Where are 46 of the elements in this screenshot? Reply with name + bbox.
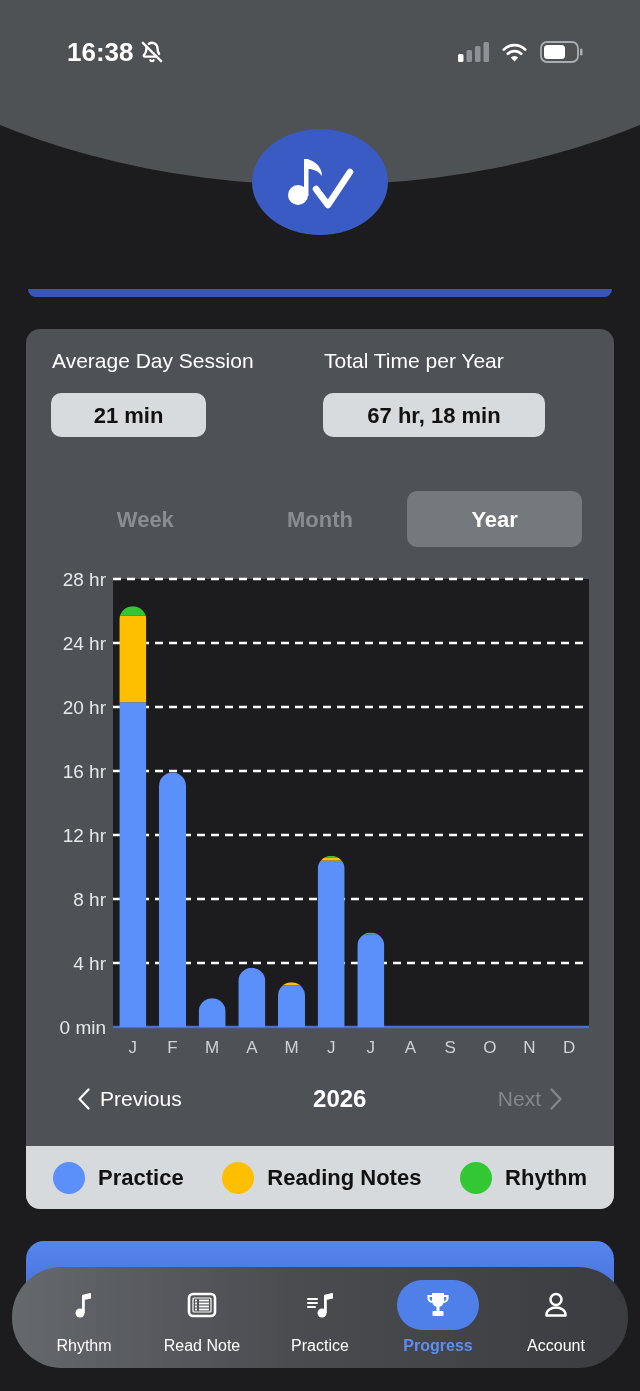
month-label: J bbox=[326, 1038, 336, 1057]
axis-label: 28 hr bbox=[62, 569, 106, 590]
month-label: N bbox=[523, 1038, 536, 1057]
period-tab[interactable]: Year bbox=[407, 491, 582, 547]
legend-label: Reading Notes bbox=[267, 1164, 422, 1192]
month-label: O bbox=[483, 1038, 497, 1057]
status-time: 16:38 bbox=[67, 37, 134, 67]
battery-icon bbox=[540, 41, 583, 63]
month-label: J bbox=[366, 1038, 376, 1057]
month-label: A bbox=[246, 1038, 258, 1057]
chevron-left-icon bbox=[78, 1088, 90, 1110]
axis-label: 4 hr bbox=[73, 953, 106, 974]
music-note-check-icon bbox=[252, 129, 388, 235]
trophy-icon bbox=[397, 1280, 479, 1330]
month-label: A bbox=[404, 1038, 417, 1057]
previous-button[interactable]: Previous bbox=[78, 1079, 182, 1119]
axis-label: 24 hr bbox=[62, 633, 106, 654]
chevron-right-icon bbox=[550, 1088, 562, 1110]
month-label: D bbox=[563, 1038, 576, 1057]
axis-label: 20 hr bbox=[62, 697, 106, 718]
month-label: M bbox=[205, 1038, 220, 1057]
signal-icon bbox=[458, 42, 489, 62]
list-document-icon bbox=[187, 1290, 217, 1320]
stat-value: 67 hr, 18 min bbox=[323, 393, 545, 437]
month-label: F bbox=[167, 1038, 178, 1057]
legend-label: Practice bbox=[98, 1164, 184, 1192]
tab-bar-item[interactable]: Read Note bbox=[143, 1280, 261, 1368]
month-label: S bbox=[444, 1038, 456, 1057]
stat-label: Total Time per Year bbox=[324, 348, 505, 374]
wifi-icon bbox=[502, 42, 527, 62]
music-list-icon bbox=[305, 1290, 335, 1320]
tab-bar-item[interactable]: Practice bbox=[261, 1280, 379, 1368]
month-label: J bbox=[128, 1038, 138, 1057]
stat-value: 21 min bbox=[51, 393, 206, 437]
month-label: M bbox=[284, 1038, 299, 1057]
tab-bar-item[interactable]: Rhythm bbox=[25, 1280, 143, 1368]
axis-label: 12 hr bbox=[62, 825, 106, 846]
bar-segment bbox=[238, 967, 266, 1027]
stat-label: Average Day Session bbox=[52, 348, 255, 374]
tab-bar-item[interactable]: Account bbox=[497, 1280, 615, 1368]
axis-label: 8 hr bbox=[73, 889, 106, 910]
axis-label: 16 hr bbox=[62, 761, 106, 782]
period-title: 2026 bbox=[313, 1084, 367, 1114]
bell-slash-icon bbox=[140, 41, 163, 63]
legend-label: Rhythm bbox=[505, 1164, 587, 1192]
axis-label: 0 min bbox=[59, 1017, 106, 1038]
